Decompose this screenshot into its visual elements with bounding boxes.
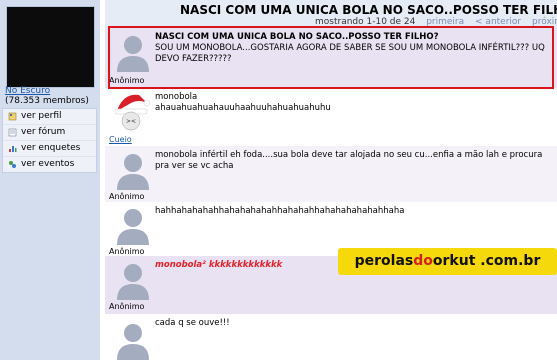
watermark-text: orkut [432, 253, 476, 269]
menu-item-events[interactable]: ver eventos [3, 157, 96, 172]
post-author-link[interactable]: Cueio [109, 135, 132, 144]
post-text: monobola ahauahuahuahauuhaahuuhahuahuahu… [155, 92, 331, 113]
poll-icon [8, 144, 17, 153]
svg-text:><: >< [126, 118, 136, 125]
post-content: NASCI COM UMA UNICA BOLA NO SACO..POSSO … [155, 32, 551, 65]
topic-title: NASCI COM UMA UNICA BOLA NO SACO..POSSO … [180, 3, 557, 17]
menu-item-forum[interactable]: ver fórum [3, 125, 96, 141]
paging-first-link[interactable]: primeira [426, 17, 464, 27]
forum-icon [8, 128, 17, 137]
community-photo[interactable] [6, 6, 95, 88]
events-icon [8, 160, 17, 169]
forum-post: cada q se ouve!!! [105, 314, 557, 360]
menu-item-polls[interactable]: ver enquetes [3, 141, 96, 157]
post-text: SOU UM MONOBOLA...GOSTARIA AGORA DE SABE… [155, 43, 545, 64]
forum-post: >< Cueio monobola ahauahuahuahauuhaahuuh… [105, 88, 557, 146]
post-author: Anônimo [109, 76, 145, 85]
forum-post: Anônimo NASCI COM UMA UNICA BOLA NO SACO… [105, 28, 557, 88]
paging-range: mostrando 1-10 de 24 [315, 17, 416, 27]
paging-bar: mostrando 1-10 de 24 primeira < anterior… [315, 17, 557, 27]
watermark-text: .com.br [475, 253, 541, 269]
menu-item-label: ver fórum [21, 127, 66, 137]
forum-post: Anônimo monobola infértil eh foda....sua… [105, 146, 557, 202]
anonymous-avatar [117, 209, 149, 245]
paging-next-link[interactable]: próxima > [532, 17, 557, 27]
community-sidebar: No Escuro (78.353 membros) ver perfil ve… [0, 0, 100, 360]
community-menu: ver perfil ver fórum ver enquetes ver ev… [2, 108, 97, 173]
community-members-count: (78.353 membros) [5, 96, 89, 106]
forum-topic-area: NASCI COM UMA UNICA BOLA NO SACO..POSSO … [105, 0, 557, 360]
user-avatar[interactable]: >< [109, 89, 153, 133]
post-text: hahhahahahahhahahahahahhahahahhahahahaha… [155, 206, 405, 216]
post-title: NASCI COM UMA UNICA BOLA NO SACO..POSSO … [155, 32, 439, 42]
menu-item-label: ver perfil [21, 111, 62, 121]
menu-item-label: ver eventos [21, 159, 75, 169]
post-author: Anônimo [109, 247, 145, 256]
menu-item-profile[interactable]: ver perfil [3, 109, 96, 125]
anonymous-avatar [117, 154, 149, 190]
profile-icon [8, 112, 17, 121]
post-author: Anônimo [109, 302, 145, 311]
paging-previous-link[interactable]: < anterior [475, 17, 521, 27]
menu-item-label: ver enquetes [21, 143, 81, 153]
post-text: cada q se ouve!!! [155, 318, 230, 328]
post-text: monobola infértil eh foda....sua bola de… [155, 150, 543, 171]
post-author: Anônimo [109, 192, 145, 201]
anonymous-avatar [117, 264, 149, 300]
watermark-text: do [413, 253, 433, 269]
community-name-link[interactable]: No Escuro [5, 86, 50, 96]
anonymous-avatar [117, 324, 149, 360]
watermark-text: perolas [354, 253, 414, 269]
anonymous-avatar [117, 36, 149, 72]
site-watermark: perolasdoorkut .com.br [338, 248, 557, 275]
